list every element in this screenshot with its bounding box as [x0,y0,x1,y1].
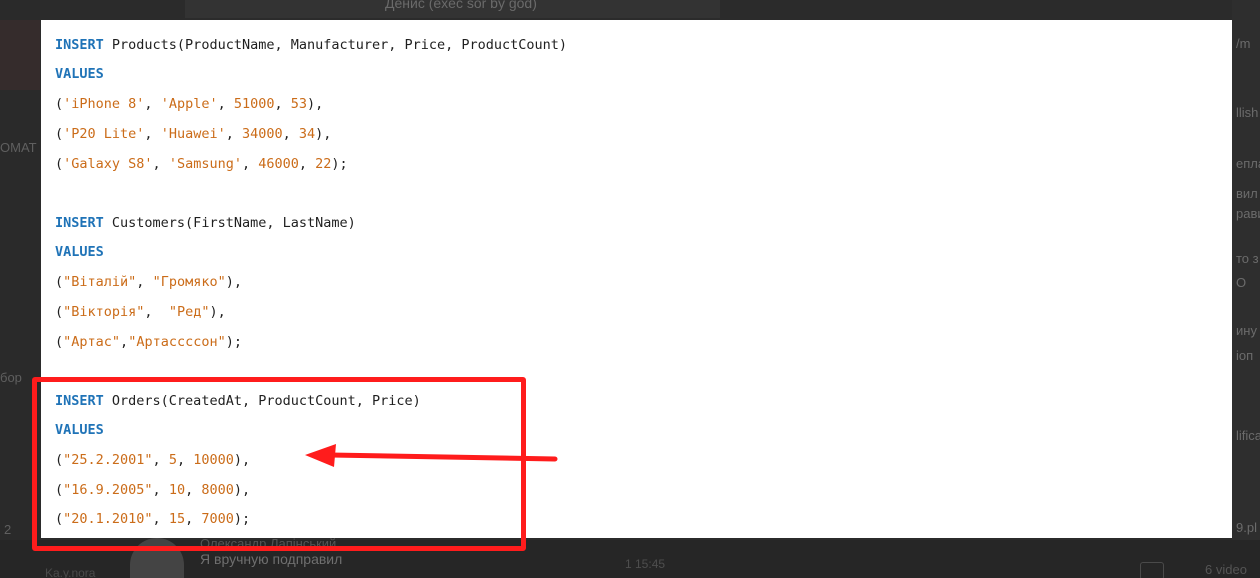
string-literal: 'Huawei' [160,126,226,142]
right-snippet: 9.pl [1236,520,1257,535]
right-snippet: llish [1236,105,1259,120]
separator: , [120,334,129,350]
attachment-label: 6 video [1205,562,1247,577]
string-literal: 'P20 Lite' [63,126,145,142]
background-message-text: Денис (exec sor by god) [385,0,537,11]
string-literal: "Вікторія" [63,304,145,320]
left-sidebar-card [0,20,40,90]
bottom-left-label: Ka.y.nora [45,566,96,578]
keyword: INSERT [55,37,104,53]
code-line: ("Артас","Артассссон"); [55,334,242,350]
message-timestamp: 1 15:45 [625,557,666,571]
code-line: ('iPhone 8', 'Apple', 51000, 53), [55,96,324,112]
string-literal: "Артассссон" [128,334,226,350]
string-literal: 'Galaxy S8' [63,156,153,172]
punctuation: ), [225,274,242,290]
statement-text: Products(ProductName, Manufacturer, Pric… [103,37,568,53]
right-snippet: вил [1236,186,1258,201]
comment-icon[interactable] [1140,562,1164,578]
code-line: ('P20 Lite', 'Huawei', 34000, 34), [55,126,332,142]
string-literal: "Ред" [168,304,210,320]
punctuation: ); [225,334,242,350]
keyword: VALUES [55,244,104,260]
screen: Денис (exec sor by god) /m llish епла ви… [0,0,1260,578]
punctuation: ); [331,156,348,172]
left-snippet: 2 [4,522,12,537]
statement-text: Customers(FirstName, LastName) [103,215,356,231]
right-snippet: епла [1236,156,1260,171]
punctuation: ), [209,304,226,320]
punctuation: ), [315,126,332,142]
number-literal: 34000 [241,126,283,142]
code-line: INSERT Products(ProductName, Manufacture… [55,36,567,54]
separator: , [136,274,153,290]
right-snippet: равил [1236,206,1260,221]
message-text: Я вручную подправил [200,551,343,567]
string-literal: "Громяко" [152,274,226,290]
right-snippet: то з [1236,251,1259,266]
separator: , [144,304,169,320]
punctuation: ), [307,96,324,112]
string-literal: 'Samsung' [168,156,242,172]
number-literal: 53 [290,96,308,112]
number-literal: 51000 [233,96,275,112]
string-literal: "Артас" [63,334,121,350]
right-snippet: /m [1236,36,1251,51]
number-literal: 22 [315,156,332,172]
code-line: ("Віталій", "Громяко"), [55,274,242,290]
right-snippet: О [1236,275,1247,290]
code-line: VALUES [55,65,104,83]
left-snippet: ОМАТ [0,140,37,155]
code-line: VALUES [55,243,104,261]
string-literal: "Віталій" [63,274,137,290]
background-message-header: Денис (exec sor by god) [185,0,720,18]
string-literal: 'iPhone 8' [63,96,145,112]
number-literal: 46000 [258,156,299,172]
code-line: INSERT Customers(FirstName, LastName) [55,214,356,232]
right-snippet: lifica [1236,428,1260,443]
code-line: ('Galaxy S8', 'Samsung', 46000, 22); [55,156,348,172]
right-snippet: ину [1236,323,1257,338]
keyword: VALUES [55,66,104,82]
keyword: INSERT [55,215,104,231]
string-literal: 'Apple' [160,96,218,112]
code-line: ("Вікторія", "Ред"), [55,304,226,320]
number-literal: 34 [298,126,316,142]
left-snippet: бор [0,370,22,385]
right-snippet: іоп [1236,348,1254,363]
arrow-icon [305,444,558,467]
